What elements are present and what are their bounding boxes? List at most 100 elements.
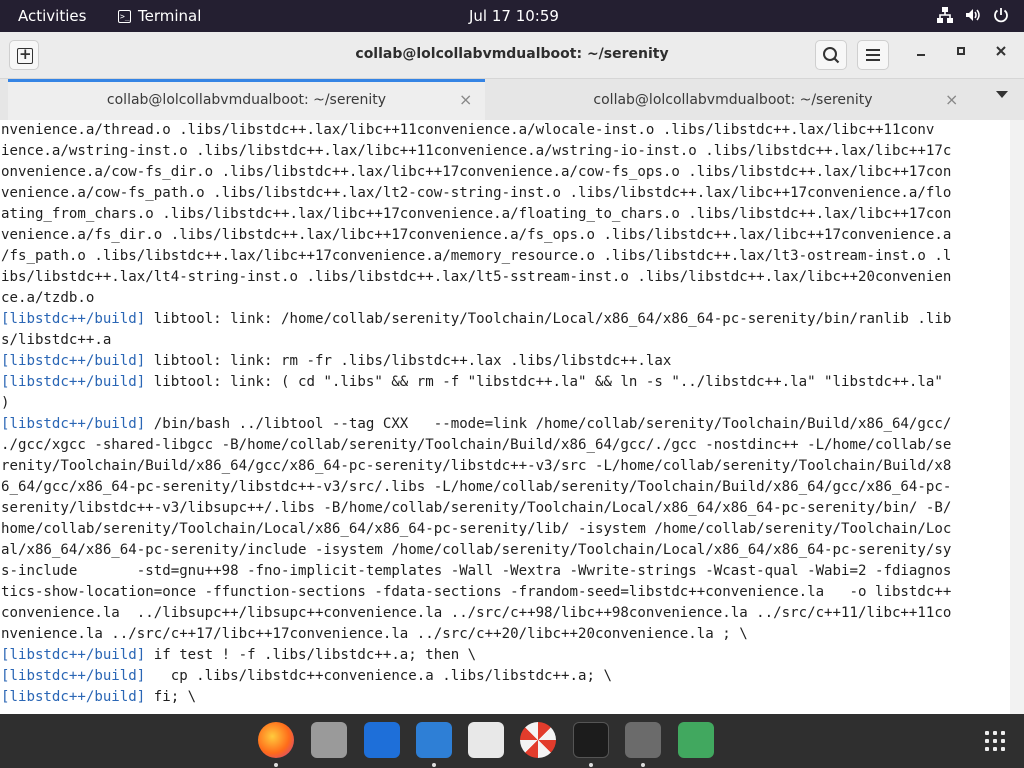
tab-close-icon[interactable]: × — [459, 90, 472, 109]
trash-icon[interactable] — [678, 722, 714, 758]
close-button[interactable] — [994, 44, 1008, 62]
menu-button[interactable] — [857, 40, 889, 70]
hamburger-icon — [866, 49, 880, 61]
build-prefix: [libstdc++/build] — [1, 374, 146, 390]
line-text: ce.a/tzdb.o — [1, 290, 95, 306]
terminal-text: nvenience.a/thread.o .libs/libstdc++.lax… — [0, 120, 1010, 708]
app-menu[interactable]: >_ Terminal — [118, 7, 201, 25]
tab-1[interactable]: collab@lolcollabvmdualboot: ~/serenity × — [8, 79, 485, 121]
terminal-output[interactable]: nvenience.a/thread.o .libs/libstdc++.lax… — [0, 120, 1010, 714]
volume-icon[interactable] — [964, 6, 982, 24]
terminal-line: ce.a/tzdb.o — [1, 288, 1010, 309]
show-apps-icon[interactable] — [985, 731, 1005, 751]
line-text: ./gcc/xgcc -shared-libgcc -B/home/collab… — [1, 437, 952, 453]
vm-icon[interactable] — [625, 722, 661, 758]
terminal-line: onvenience.a/cow-fs_dir.o .libs/libstdc+… — [1, 162, 1010, 183]
terminal-line: s/libstdc++.a — [1, 330, 1010, 351]
line-text: nvenience.a/thread.o .libs/libstdc++.lax… — [1, 122, 935, 138]
build-prefix: [libstdc++/build] — [1, 416, 146, 432]
evolution-icon[interactable] — [311, 722, 347, 758]
terminal-line: [libstdc++/build] libtool: link: rm -fr … — [1, 351, 1010, 372]
line-text: serenity/libstdc++-v3/libsupc++/.libs -B… — [1, 500, 952, 516]
terminal-line: /fs_path.o .libs/libstdc++.lax/libc++17c… — [1, 246, 1010, 267]
terminal-line: convenience.la ../libsupc++/libsupc++con… — [1, 603, 1010, 624]
line-text: venience.a/fs_dir.o .libs/libstdc++.lax/… — [1, 227, 952, 243]
terminal-line: home/collab/serenity/Toolchain/Local/x86… — [1, 519, 1010, 540]
dock — [0, 714, 1024, 768]
line-text: s/libstdc++.a — [1, 332, 112, 348]
terminal-line: 6_64/gcc/x86_64-pc-serenity/libstdc++-v3… — [1, 477, 1010, 498]
terminal-line: ating_from_chars.o .libs/libstdc++.lax/l… — [1, 204, 1010, 225]
line-text: libtool: link: ( cd ".libs" && rm -f "li… — [145, 374, 943, 390]
terminal-line: s-include -std=gnu++98 -fno-implicit-tem… — [1, 561, 1010, 582]
terminal-line: ibs/libstdc++.lax/lt4-string-inst.o .lib… — [1, 267, 1010, 288]
line-text: /fs_path.o .libs/libstdc++.lax/libc++17c… — [1, 248, 952, 264]
search-button[interactable] — [815, 40, 847, 70]
minimize-button[interactable] — [914, 44, 928, 62]
tab-close-icon[interactable]: × — [945, 90, 958, 109]
terminal-line: [libstdc++/build] /bin/bash ../libtool -… — [1, 414, 1010, 435]
software-icon[interactable] — [468, 722, 504, 758]
build-prefix: [libstdc++/build] — [1, 353, 146, 369]
terminal-line: venience.a/fs_dir.o .libs/libstdc++.lax/… — [1, 225, 1010, 246]
help-icon[interactable] — [520, 722, 556, 758]
terminal-line: venience.a/cow-fs_path.o .libs/libstdc++… — [1, 183, 1010, 204]
header-bar: collab@lolcollabvmdualboot: ~/serenity — [0, 32, 1024, 79]
top-bar: Activities >_ Terminal Jul 17 10:59 — [0, 0, 1024, 32]
tab-2[interactable]: collab@lolcollabvmdualboot: ~/serenity × — [493, 79, 973, 121]
clock[interactable]: Jul 17 10:59 — [469, 7, 559, 25]
build-prefix: [libstdc++/build] — [1, 668, 146, 684]
scrollbar[interactable] — [1010, 120, 1024, 714]
terminal-line: renity/Toolchain/Build/x86_64/gcc/x86_64… — [1, 456, 1010, 477]
terminal-line: ./gcc/xgcc -shared-libgcc -B/home/collab… — [1, 435, 1010, 456]
running-indicator — [589, 763, 593, 767]
power-icon[interactable] — [992, 6, 1010, 24]
line-text: ) — [1, 395, 10, 411]
search-icon — [823, 47, 840, 64]
terminal-line: al/x86_64/x86_64-pc-serenity/include -is… — [1, 540, 1010, 561]
build-prefix: [libstdc++/build] — [1, 647, 146, 663]
activities-button[interactable]: Activities — [18, 7, 86, 25]
terminal-window: collab@lolcollabvmdualboot: ~/serenity c… — [0, 32, 1024, 714]
terminal-line: [libstdc++/build] libtool: link: ( cd ".… — [1, 372, 1010, 393]
line-text: libtool: link: /home/collab/serenity/Too… — [145, 311, 952, 327]
maximize-button[interactable] — [954, 44, 968, 62]
line-text: onvenience.a/cow-fs_dir.o .libs/libstdc+… — [1, 164, 952, 180]
documents-icon[interactable] — [416, 722, 452, 758]
terminal-line: ience.a/wstring-inst.o .libs/libstdc++.l… — [1, 141, 1010, 162]
line-text: nvenience.la ../src/c++17/libc++17conven… — [1, 626, 748, 642]
line-text: fi; \ — [145, 689, 197, 705]
firefox-icon[interactable] — [258, 722, 294, 758]
terminal-line: ) — [1, 393, 1010, 414]
line-text: libtool: link: rm -fr .libs/libstdc++.la… — [145, 353, 672, 369]
terminal-line: [libstdc++/build] cp .libs/libstdc++conv… — [1, 666, 1010, 687]
terminal-line: [libstdc++/build] if test ! -f .libs/lib… — [1, 645, 1010, 666]
line-text: if test ! -f .libs/libstdc++.a; then \ — [145, 647, 477, 663]
app-menu-label: Terminal — [138, 7, 202, 25]
minimize-icon — [917, 54, 925, 56]
terminal-line: tics-show-location=once -ffunction-secti… — [1, 582, 1010, 603]
terminal-icon[interactable] — [573, 722, 609, 758]
line-text: 6_64/gcc/x86_64-pc-serenity/libstdc++-v3… — [1, 479, 952, 495]
line-text: al/x86_64/x86_64-pc-serenity/include -is… — [1, 542, 952, 558]
system-tray[interactable] — [936, 6, 1010, 24]
tab-label: collab@lolcollabvmdualboot: ~/serenity — [593, 92, 873, 108]
maximize-icon — [957, 47, 965, 55]
line-text: home/collab/serenity/Toolchain/Local/x86… — [1, 521, 952, 537]
writer-icon[interactable] — [364, 722, 400, 758]
line-text: ibs/libstdc++.lax/lt4-string-inst.o .lib… — [1, 269, 952, 285]
terminal-line: [libstdc++/build] libtool: link: /home/c… — [1, 309, 1010, 330]
terminal-line: nvenience.la ../src/c++17/libc++17conven… — [1, 624, 1010, 645]
close-icon — [996, 46, 1006, 56]
terminal-line: serenity/libstdc++-v3/libsupc++/.libs -B… — [1, 498, 1010, 519]
line-text: convenience.la ../libsupc++/libsupc++con… — [1, 605, 952, 621]
running-indicator — [641, 763, 645, 767]
tab-list-chevron-icon[interactable] — [996, 91, 1008, 98]
line-text: /bin/bash ../libtool --tag CXX --mode=li… — [145, 416, 952, 432]
line-text: tics-show-location=once -ffunction-secti… — [1, 584, 952, 600]
line-text: ating_from_chars.o .libs/libstdc++.lax/l… — [1, 206, 952, 222]
running-indicator — [432, 763, 436, 767]
running-indicator — [274, 763, 278, 767]
network-icon[interactable] — [936, 6, 954, 24]
line-text: ience.a/wstring-inst.o .libs/libstdc++.l… — [1, 143, 952, 159]
